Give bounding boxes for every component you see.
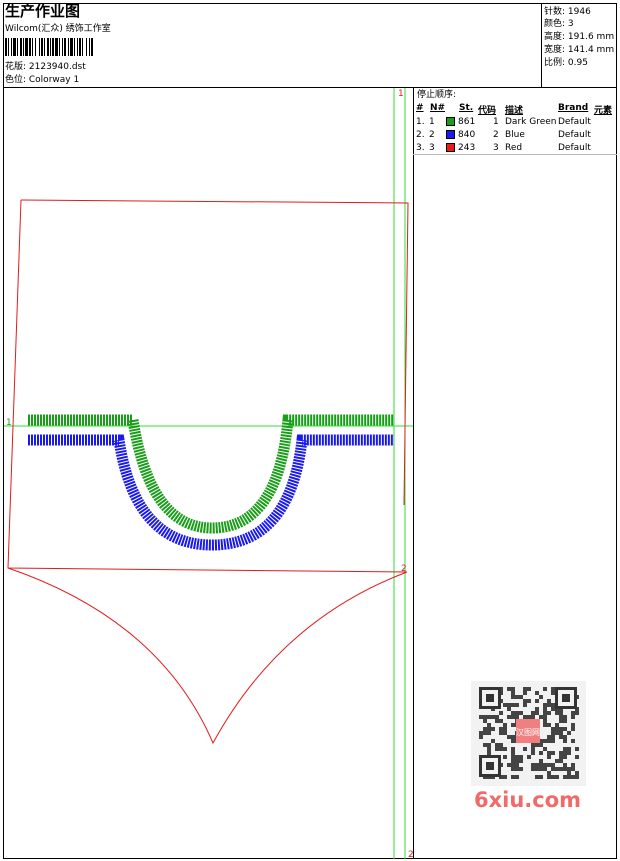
pocket-outline (20, 199, 409, 506)
guide-label-1-left: 1 (6, 418, 12, 428)
guide-label-2-bottom: 2 (408, 850, 414, 860)
watermark-text: 6xiu.com (474, 788, 582, 812)
watermark-stamp: 汉图网 (516, 728, 540, 737)
guide-label-1-top: 1 (398, 89, 404, 99)
pocket-flap-point (7, 567, 408, 745)
pocket-left-edge (7, 199, 408, 573)
